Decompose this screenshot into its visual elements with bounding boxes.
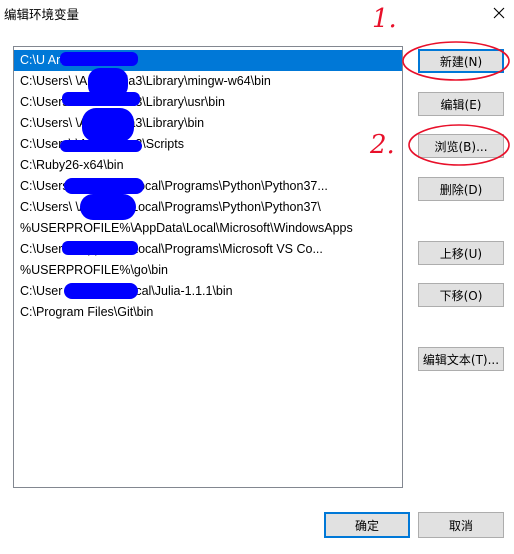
new-button[interactable]: 新建(N) — [418, 49, 504, 73]
browse-button[interactable]: 浏览(B)... — [418, 134, 504, 158]
list-item[interactable]: C:\Program Files\Git\bin — [14, 302, 402, 323]
edit-text-button[interactable]: 编辑文本(T)... — [418, 347, 504, 371]
list-item[interactable]: C:\Users\ \Anaconda3\Library\mingw-w64\b… — [14, 71, 402, 92]
move-up-button[interactable]: 上移(U) — [418, 241, 504, 265]
path-list[interactable]: C:\U Anaconda3 C:\Users\ \Anaconda3\Libr… — [13, 46, 403, 488]
redaction-mark — [60, 140, 142, 152]
window-title: 编辑环境变量 — [4, 7, 80, 22]
move-down-button[interactable]: 下移(O) — [418, 283, 504, 307]
redaction-mark — [62, 241, 138, 255]
edit-button[interactable]: 编辑(E) — [418, 92, 504, 116]
redaction-mark — [64, 178, 144, 194]
list-item[interactable]: %USERPROFILE%\AppData\Local\Microsoft\Wi… — [14, 218, 402, 239]
cancel-button[interactable]: 取消 — [418, 512, 504, 538]
list-item[interactable]: C:\Users\ \Anaconda3\Library\bin — [14, 113, 402, 134]
list-item[interactable]: %USERPROFILE%\go\bin — [14, 260, 402, 281]
redaction-mark — [80, 194, 136, 220]
title-bar: 编辑环境变量 — [0, 0, 514, 28]
ok-button[interactable]: 确定 — [324, 512, 410, 538]
list-item[interactable]: C:\Ruby26-x64\bin — [14, 155, 402, 176]
close-button[interactable] — [484, 0, 514, 26]
delete-button[interactable]: 删除(D) — [418, 177, 504, 201]
redaction-mark — [62, 92, 140, 106]
redaction-mark — [60, 52, 138, 66]
redaction-mark — [82, 108, 134, 142]
redaction-mark — [64, 283, 138, 299]
list-item[interactable]: C:\Users\ \AppData\Local\Programs\Python… — [14, 197, 402, 218]
close-icon — [493, 7, 505, 19]
